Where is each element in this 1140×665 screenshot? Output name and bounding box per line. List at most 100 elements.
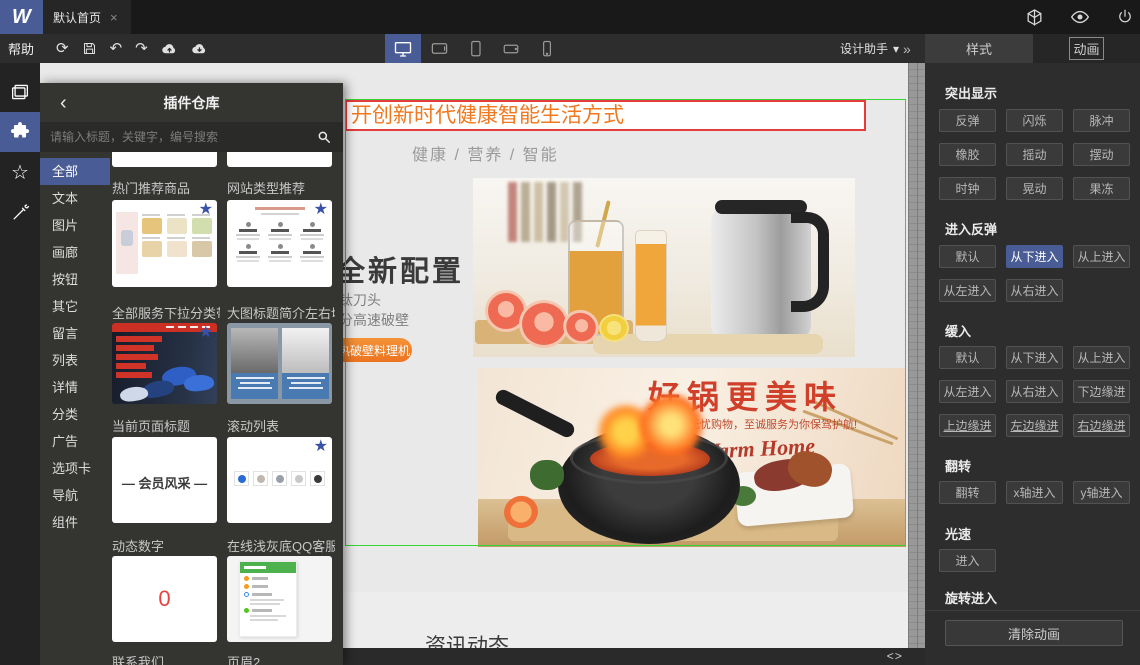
panel-divider — [925, 610, 1140, 611]
product-button[interactable]: 热破壁料理机 — [336, 338, 412, 362]
kettle-photo[interactable] — [473, 178, 855, 357]
page-tab[interactable]: 默认首页 × — [43, 0, 131, 34]
favorite-star-icon[interactable]: ★ — [314, 202, 328, 218]
tab-animation[interactable]: 动画 — [1033, 34, 1140, 63]
power-icon[interactable] — [1116, 8, 1134, 26]
cloud-download-icon[interactable] — [191, 42, 208, 56]
design-assistant-dropdown[interactable]: 设计助手 ▾ — [840, 34, 899, 63]
collapse-chevrons-icon[interactable]: » — [903, 34, 911, 63]
anim-bounce-button[interactable]: 反弹 — [939, 109, 996, 132]
refresh-icon[interactable]: ⟳ — [56, 41, 69, 56]
anim-wobble-button[interactable]: 晃动 — [1006, 177, 1063, 200]
category-image[interactable]: 图片 — [40, 212, 110, 239]
plugin-card-dropdown-category[interactable]: ★ — [112, 323, 217, 404]
category-gallery[interactable]: 画廊 — [40, 239, 110, 266]
easein-from-right-button[interactable]: 从右进入 — [1006, 380, 1063, 403]
easein-default-button[interactable]: 默认 — [939, 346, 996, 369]
favorite-star-icon[interactable]: ★ — [314, 439, 328, 455]
category-component[interactable]: 组件 — [40, 509, 110, 536]
category-message[interactable]: 留言 — [40, 320, 110, 347]
plugin-card-big-image-switch[interactable] — [227, 323, 332, 404]
favorite-star-icon[interactable]: ★ — [199, 202, 213, 218]
easein-from-left-button[interactable]: 从左进入 — [939, 380, 996, 403]
category-all[interactable]: 全部 — [40, 158, 110, 185]
category-ad[interactable]: 广告 — [40, 428, 110, 455]
bouncein-from-left-button[interactable]: 从左进入 — [939, 279, 996, 302]
favorite-star-icon[interactable]: ★ — [199, 325, 213, 341]
wok-banner[interactable]: 好锅更美味 无忧购物，至诚服务为你保驾护航! Warm Home — [478, 368, 906, 547]
save-icon[interactable] — [82, 41, 97, 56]
category-detail[interactable]: 详情 — [40, 374, 110, 401]
product-headline[interactable]: 全新配置 — [336, 248, 464, 290]
product-feature-1[interactable]: 钛刀头 — [339, 290, 381, 310]
easein-top-edge-button[interactable]: 上边缘进 — [939, 414, 996, 437]
category-button[interactable]: 按钮 — [40, 266, 110, 293]
flip-y-axis-button[interactable]: y轴进入 — [1073, 481, 1130, 504]
device-tablet-portrait-button[interactable] — [457, 34, 493, 63]
close-icon[interactable]: × — [110, 10, 118, 25]
hero-subtitle[interactable]: 健康 / 营养 / 智能 — [412, 141, 612, 165]
plugin-card-page-title[interactable]: — 会员风采 — — [112, 437, 217, 523]
easein-bottom-edge-button[interactable]: 下边缘进 — [1073, 380, 1130, 403]
plugin-card-dynamic-number[interactable]: 0 — [112, 556, 217, 642]
easein-left-edge-button[interactable]: 左边缘进 — [1006, 414, 1063, 437]
tab-style[interactable]: 样式 — [925, 34, 1033, 63]
device-phone-portrait-button[interactable] — [529, 34, 565, 63]
plugin-card-title: 全部服务下拉分类带... — [112, 306, 220, 321]
bouncein-from-right-button[interactable]: 从右进入 — [1006, 279, 1063, 302]
anim-jello-button[interactable]: 果冻 — [1073, 177, 1130, 200]
undo-icon[interactable]: ↶ — [110, 41, 123, 56]
hero-title-element[interactable]: 开创新时代健康智能生活方式 — [345, 100, 866, 131]
thumb-decor — [234, 222, 326, 262]
bouncein-from-top-button[interactable]: 从上进入 — [1073, 245, 1130, 268]
device-tablet-landscape-button[interactable] — [421, 34, 457, 63]
plugin-card-qq-service[interactable] — [227, 556, 332, 642]
sidebar-item-plugins[interactable] — [0, 112, 40, 152]
product-feature-2[interactable]: 分高速破壁 — [339, 310, 409, 330]
lightspeed-in-button[interactable]: 进入 — [939, 549, 996, 572]
anim-flash-button[interactable]: 闪烁 — [1006, 109, 1063, 132]
sidebar-item-tools[interactable] — [0, 192, 40, 232]
easein-from-top-button[interactable]: 从上进入 — [1073, 346, 1130, 369]
clear-animation-button[interactable]: 清除动画 — [945, 620, 1123, 646]
bouncein-from-bottom-button[interactable]: 从下进入 — [1006, 245, 1063, 268]
preview-eye-icon[interactable] — [1070, 9, 1090, 25]
device-phone-landscape-button[interactable] — [493, 34, 529, 63]
redo-icon[interactable]: ↷ — [135, 41, 148, 56]
help-button[interactable]: 帮助 — [8, 34, 34, 63]
easein-from-bottom-button[interactable]: 从下进入 — [1006, 346, 1063, 369]
plugin-card-scroll-list[interactable]: ★ — [227, 437, 332, 523]
components-cube-icon[interactable] — [1025, 8, 1044, 27]
plugin-card-hot-products[interactable]: ★ — [112, 200, 217, 287]
flip-button[interactable]: 翻转 — [939, 481, 996, 504]
search-icon[interactable] — [317, 130, 331, 144]
sidebar-item-pages[interactable] — [0, 72, 40, 112]
category-text[interactable]: 文本 — [40, 185, 110, 212]
code-view-icon[interactable]: <> — [887, 650, 903, 664]
app-logo[interactable]: W — [0, 0, 43, 34]
anim-shake-button[interactable]: 摇动 — [1006, 143, 1063, 166]
plugin-card-partial[interactable] — [112, 152, 217, 167]
easein-right-edge-button[interactable]: 右边缘进 — [1073, 414, 1130, 437]
device-desktop-button[interactable] — [385, 34, 421, 63]
category-list[interactable]: 列表 — [40, 347, 110, 374]
tool-bar: 帮助 ⟳ ↶ ↷ 设计助手 ▾ » 样式 动画 — [0, 34, 1140, 63]
cloud-upload-icon[interactable] — [161, 42, 178, 56]
plugin-search-input[interactable] — [40, 130, 317, 144]
canvas-scrollbar[interactable] — [908, 63, 925, 648]
anim-pulse-button[interactable]: 脉冲 — [1073, 109, 1130, 132]
plugin-card-site-types[interactable]: ★ — [227, 200, 332, 287]
category-tabs[interactable]: 选项卡 — [40, 455, 110, 482]
bouncein-default-button[interactable]: 默认 — [939, 245, 996, 268]
category-other[interactable]: 其它 — [40, 293, 110, 320]
flip-x-axis-button[interactable]: x轴进入 — [1006, 481, 1063, 504]
flame-decor — [638, 394, 704, 456]
category-classify[interactable]: 分类 — [40, 401, 110, 428]
back-chevron-icon[interactable]: ‹ — [60, 93, 67, 113]
plugin-card-partial[interactable] — [227, 152, 332, 167]
category-nav[interactable]: 导航 — [40, 482, 110, 509]
anim-swing-button[interactable]: 摆动 — [1073, 143, 1130, 166]
sidebar-item-favorites[interactable]: ☆ — [0, 152, 40, 192]
anim-clock-button[interactable]: 时钟 — [939, 177, 996, 200]
anim-rubber-button[interactable]: 橡胶 — [939, 143, 996, 166]
